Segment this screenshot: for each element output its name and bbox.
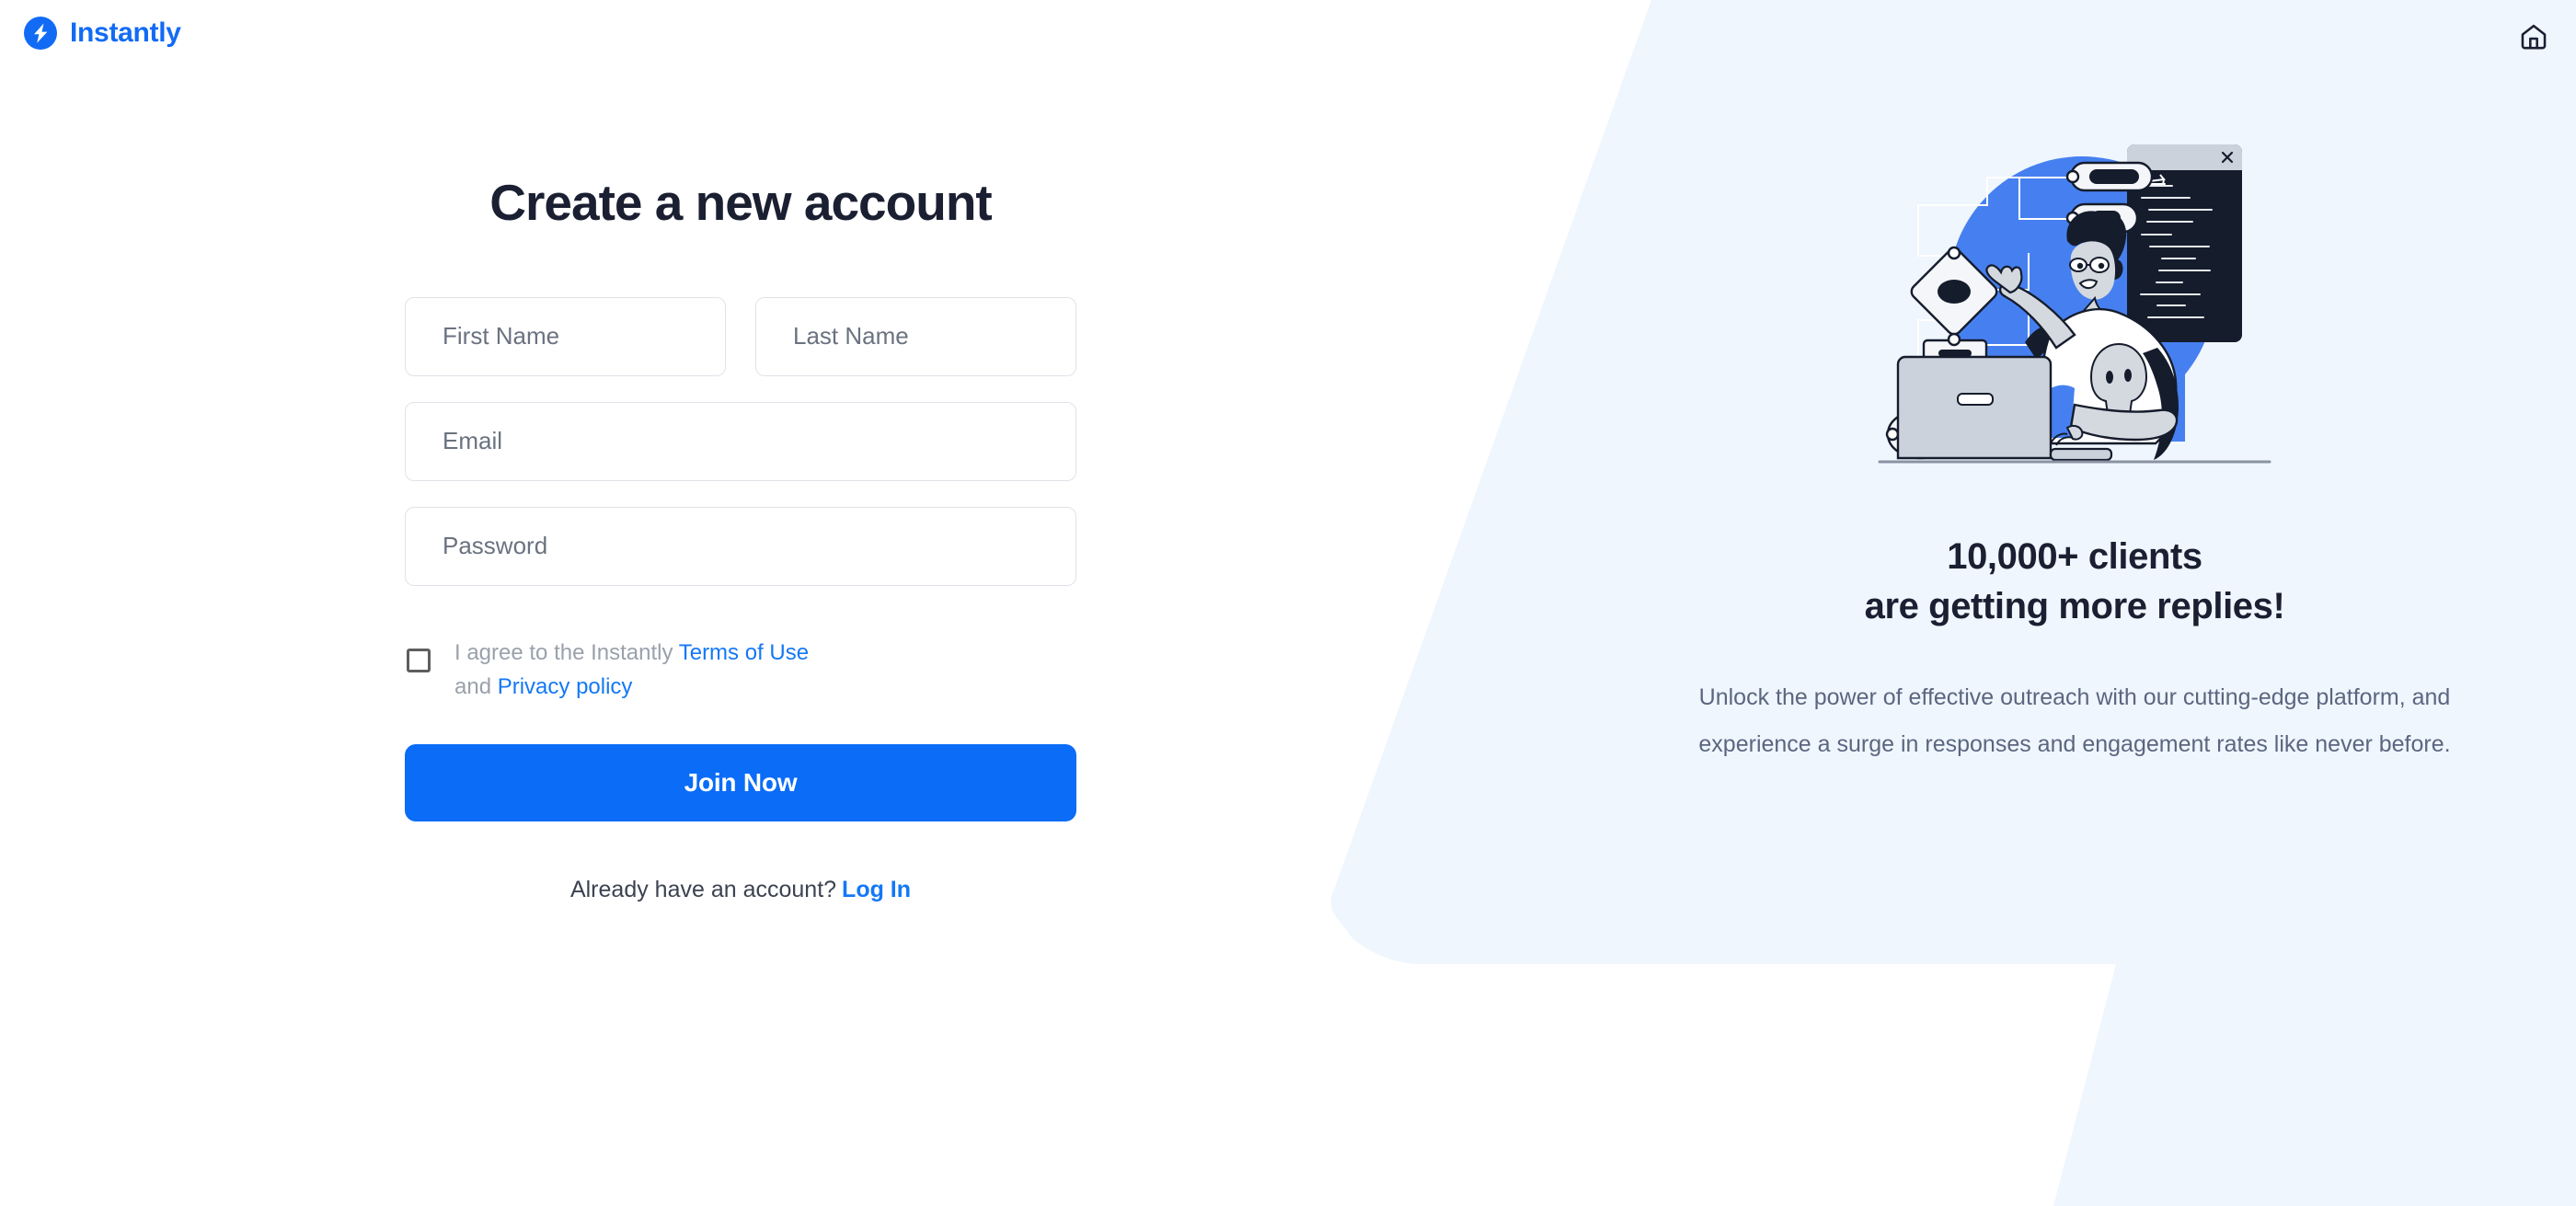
home-icon: [2521, 24, 2547, 50]
brand-logo[interactable]: Instantly: [24, 17, 181, 50]
password-input[interactable]: [405, 506, 1076, 586]
promo-body-text: Unlock the power of effective outreach w…: [1698, 683, 2451, 757]
terms-checkbox[interactable]: [407, 648, 431, 672]
signup-form-column: Create a new account I agree to the Inst…: [405, 0, 1076, 903]
terms-of-use-link[interactable]: Terms of Use: [679, 640, 809, 665]
signup-page: Instantly Create a new account I agree t…: [0, 0, 2576, 1206]
page-title: Create a new account: [489, 174, 992, 231]
join-now-button[interactable]: Join Now: [405, 743, 1076, 821]
terms-label: I agree to the Instantly Terms of Use an…: [454, 636, 822, 704]
login-prompt: Already have an account? Log In: [405, 877, 1076, 903]
promo-headline-line2: are getting more replies!: [1864, 586, 2285, 627]
terms-middle: and: [454, 673, 498, 699]
promo-headline: 10,000+ clients are getting more replies…: [1619, 532, 2530, 632]
signup-form: I agree to the Instantly Terms of Use an…: [405, 296, 1076, 903]
terms-prefix: I agree to the Instantly: [454, 639, 679, 665]
email-input[interactable]: [405, 401, 1076, 481]
privacy-policy-link[interactable]: Privacy policy: [498, 674, 633, 699]
last-name-input[interactable]: [755, 296, 1076, 376]
first-name-input[interactable]: [405, 296, 726, 376]
lightning-bolt-icon: [24, 17, 57, 50]
log-in-link[interactable]: Log In: [842, 877, 911, 902]
home-button[interactable]: [2515, 18, 2552, 55]
name-row: [405, 296, 1076, 376]
terms-agreement-row: I agree to the Instantly Terms of Use an…: [405, 636, 1076, 704]
promo-headline-line1: 10,000+ clients: [1947, 536, 2202, 577]
promo-panel: 10,000+ clients are getting more replies…: [1619, 0, 2530, 767]
person-at-laptop-workflow-illustration: [1878, 144, 2271, 464]
brand-name: Instantly: [70, 17, 181, 48]
login-prompt-text: Already have an account?: [569, 876, 837, 902]
